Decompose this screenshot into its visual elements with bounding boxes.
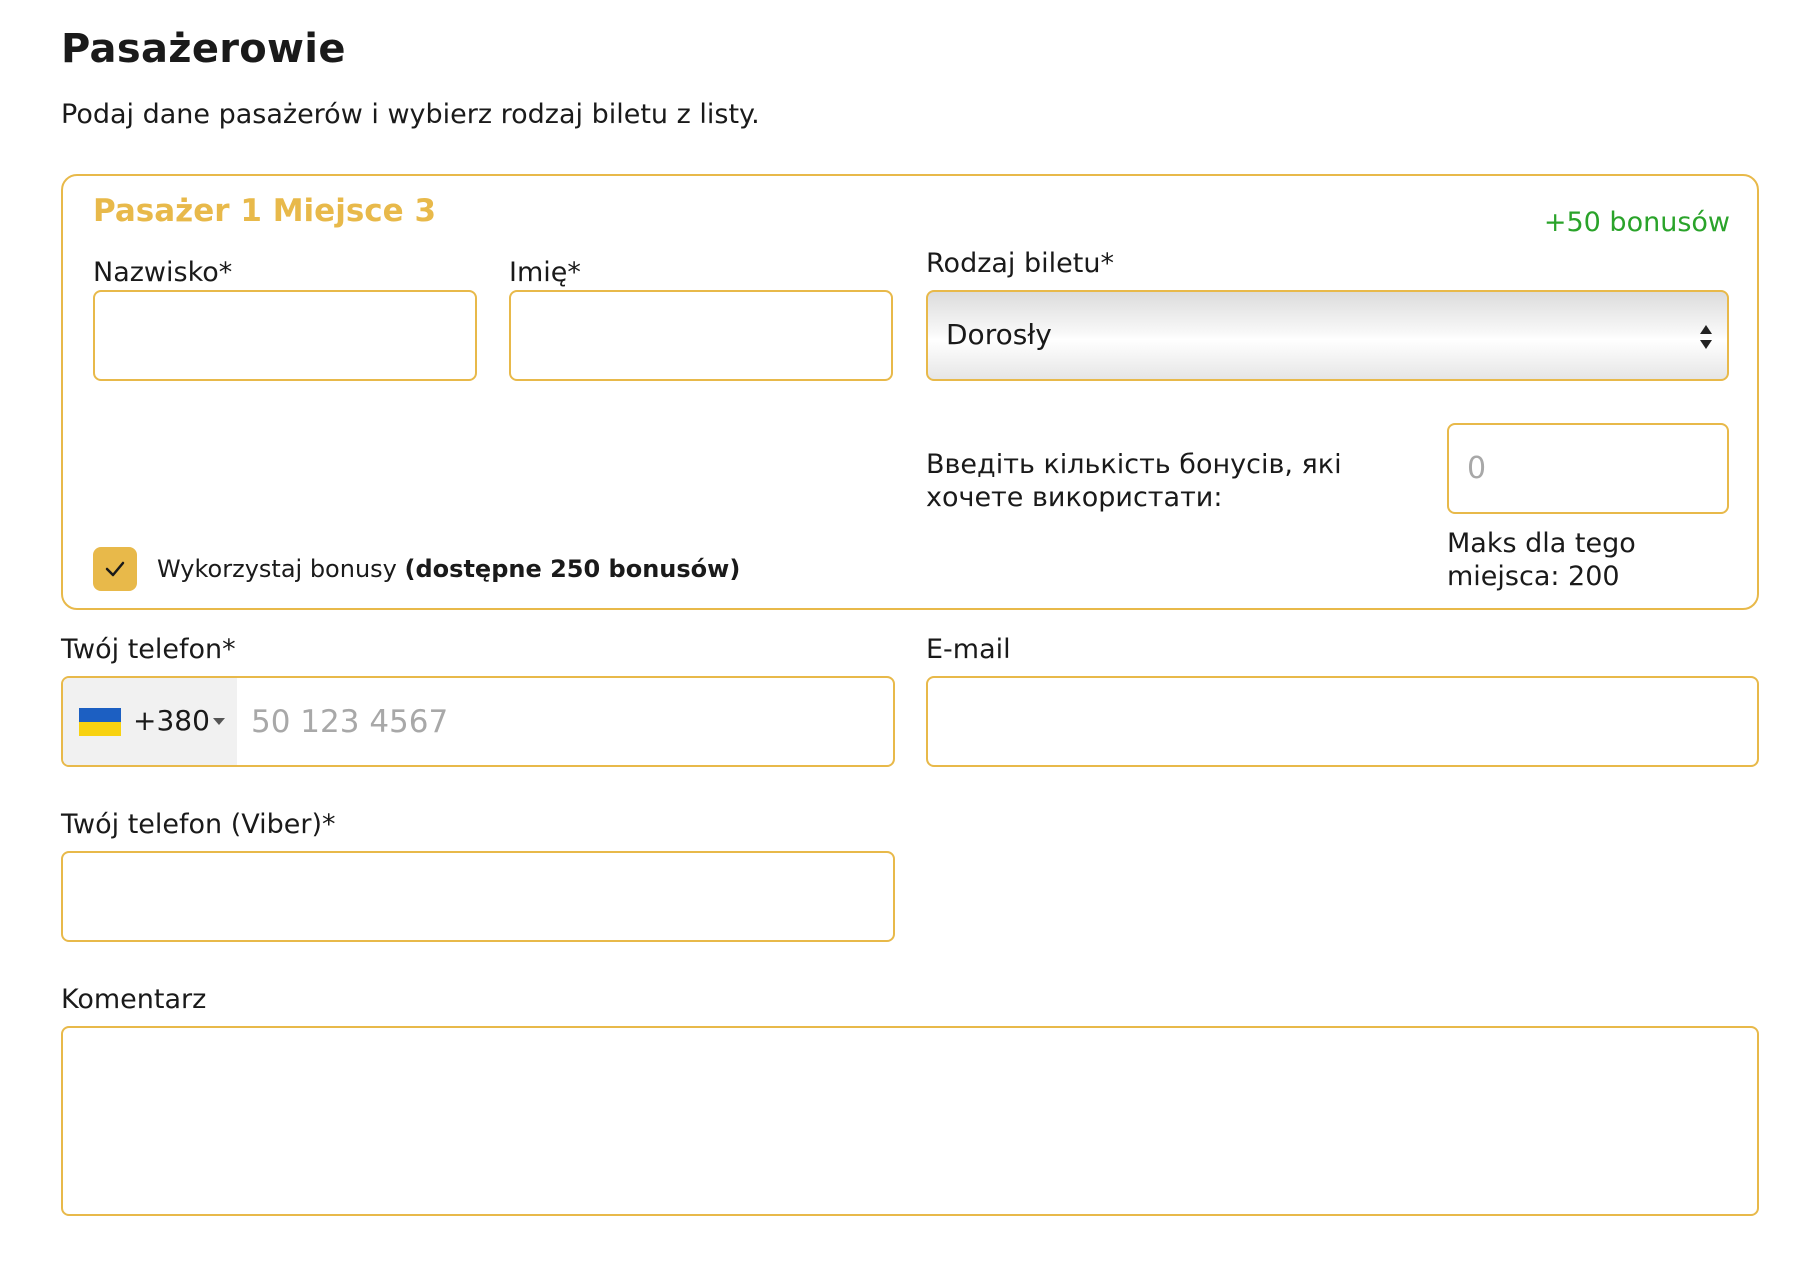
page-title: Pasażerowie [61, 26, 346, 72]
ukraine-flag-icon [79, 708, 121, 736]
email-label: E-mail [926, 634, 1011, 665]
surname-input[interactable] [93, 290, 477, 381]
phone-input[interactable] [237, 678, 893, 765]
surname-label: Nazwisko* [93, 257, 233, 288]
name-label: Imię* [509, 257, 581, 288]
select-arrows-icon [1700, 325, 1712, 349]
bonus-gain-badge: +50 bonusów [1543, 207, 1730, 238]
country-dial-code: +380 [133, 704, 210, 737]
ticket-type-value: Dorosły [946, 318, 1052, 351]
ticket-type-select[interactable]: Dorosły [926, 290, 1729, 381]
email-input[interactable] [926, 676, 1759, 767]
ticket-type-label: Rodzaj biletu* [926, 248, 1114, 279]
phone-label: Twój telefon* [61, 634, 236, 665]
comment-label: Komentarz [61, 984, 207, 1015]
viber-phone-input[interactable] [61, 851, 895, 942]
available-bonus-text: (dostępne 250 bonusów) [404, 555, 741, 583]
passenger-title: Pasażer 1 Miejsce 3 [93, 193, 437, 229]
caret-down-icon [213, 718, 225, 725]
name-input[interactable] [509, 290, 893, 381]
country-code-picker[interactable]: +380 [63, 678, 237, 765]
comment-textarea[interactable] [61, 1026, 1759, 1216]
use-bonus-checkbox[interactable] [93, 547, 137, 591]
bonus-amount-input[interactable] [1447, 423, 1729, 514]
bonus-max-note: Maks dla tego miejsca: 200 [1447, 528, 1636, 592]
use-bonus-text: Wykorzystaj bonusy [157, 555, 397, 583]
use-bonus-label: Wykorzystaj bonusy (dostępne 250 bonusów… [157, 555, 740, 583]
phone-field: +380 [61, 676, 895, 767]
viber-phone-label: Twój telefon (Viber)* [61, 809, 336, 840]
page-subtitle: Podaj dane pasażerów i wybierz rodzaj bi… [61, 99, 760, 130]
bonus-amount-question: Введіть кількість бонусів, які хочете ви… [926, 449, 1342, 513]
checkmark-icon [105, 561, 125, 577]
